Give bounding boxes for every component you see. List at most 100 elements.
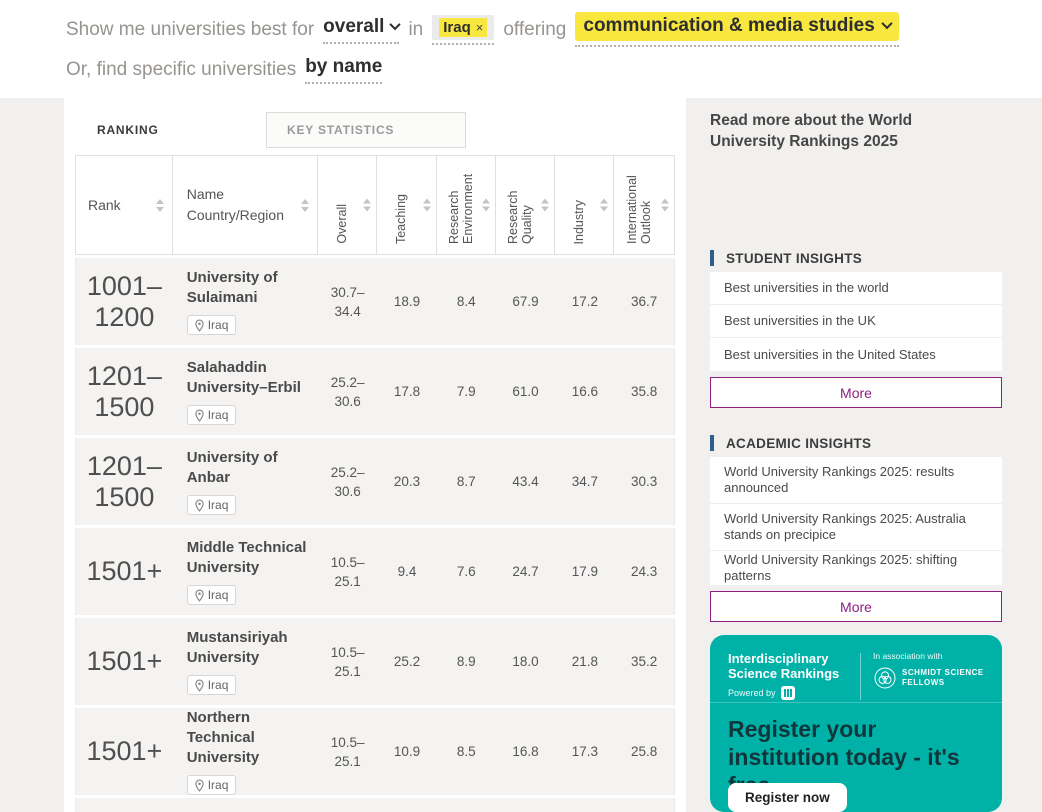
research-quality-header-label: Research Quality bbox=[506, 156, 534, 244]
country-chip[interactable]: Iraq bbox=[187, 495, 237, 515]
industry-cell: 17.3 bbox=[555, 708, 614, 795]
academic-insights-list: World University Rankings 2025: results … bbox=[710, 457, 1002, 585]
column-header-research-environment[interactable]: Research Environment bbox=[437, 156, 496, 254]
location-filter-chip[interactable]: Iraq × bbox=[432, 15, 494, 45]
subject-dropdown[interactable]: communication & media studies bbox=[575, 12, 898, 47]
list-item[interactable]: Best universities in the UK bbox=[710, 305, 1002, 338]
research-environment-cell: 8.9 bbox=[437, 618, 496, 705]
subject-value: communication & media studies bbox=[583, 15, 874, 37]
map-pin-icon bbox=[195, 319, 204, 332]
country-chip[interactable]: Iraq bbox=[187, 405, 237, 425]
industry-cell: 21.8 bbox=[555, 618, 614, 705]
by-name-link[interactable]: by name bbox=[305, 56, 382, 84]
academic-insights-more-button[interactable]: More bbox=[710, 591, 1002, 622]
country-label: Iraq bbox=[208, 318, 229, 332]
teaching-header-label: Teaching bbox=[394, 194, 408, 244]
research-quality-cell: 18.0 bbox=[496, 618, 556, 705]
sidebar: Read more about the World University Ran… bbox=[710, 98, 1002, 812]
list-item[interactable]: World University Rankings 2025: shifting… bbox=[710, 551, 1002, 585]
sort-icon[interactable] bbox=[482, 199, 490, 212]
university-name-link[interactable]: Salahaddin University–Erbil bbox=[187, 358, 309, 398]
list-item[interactable]: World University Rankings 2025: results … bbox=[710, 457, 1002, 504]
column-header-overall[interactable]: Overall bbox=[318, 156, 377, 254]
country-chip[interactable]: Iraq bbox=[187, 585, 237, 605]
university-name-link[interactable]: Middle Technical University bbox=[187, 538, 309, 578]
research-quality-cell: 16.8 bbox=[496, 708, 556, 795]
university-name-link[interactable]: Northern Technical University bbox=[187, 708, 309, 768]
industry-header-label: Industry bbox=[572, 200, 586, 244]
list-item[interactable]: World University Rankings 2025: Australi… bbox=[710, 504, 1002, 551]
sort-icon[interactable] bbox=[363, 199, 371, 212]
table-row: 1201–1500 University of Anbar Iraq 25.2–… bbox=[75, 438, 675, 525]
table-row: 1501+ Northern Technical University Iraq… bbox=[75, 708, 675, 795]
tab-key-statistics[interactable]: KEY STATISTICS bbox=[266, 112, 466, 148]
sort-icon[interactable] bbox=[661, 199, 669, 212]
map-pin-icon bbox=[195, 499, 204, 512]
teaching-cell: 25.2 bbox=[377, 618, 437, 705]
promo-banner[interactable]: Interdisciplinary Science Rankings Power… bbox=[710, 635, 1002, 812]
university-name-link[interactable]: Mustansiriyah University bbox=[187, 628, 309, 668]
query-bar: Show me universities best for overall in… bbox=[0, 0, 1042, 98]
sort-icon[interactable] bbox=[301, 199, 309, 212]
column-header-rank[interactable]: Rank bbox=[76, 156, 173, 254]
powered-by-label: Powered by bbox=[728, 688, 776, 698]
map-pin-icon bbox=[195, 679, 204, 692]
teaching-cell: 18.9 bbox=[377, 258, 437, 345]
column-header-name[interactable]: Name Country/Region bbox=[173, 156, 319, 254]
best-for-dropdown[interactable]: overall bbox=[323, 16, 399, 44]
name-cell: Salahaddin University–Erbil Iraq bbox=[173, 348, 319, 435]
table-row: 1501+ Middle Technical University Iraq 1… bbox=[75, 528, 675, 615]
name-cell: Northern Technical University Iraq bbox=[173, 708, 319, 795]
section-accent-bar bbox=[710, 435, 714, 451]
chevron-down-icon bbox=[390, 18, 401, 29]
subject-highlight: communication & media studies bbox=[575, 12, 898, 41]
industry-cell: 16.6 bbox=[555, 348, 614, 435]
sort-icon[interactable] bbox=[541, 199, 549, 212]
country-chip[interactable]: Iraq bbox=[187, 315, 237, 335]
main-content: RANKING KEY STATISTICS Rank Name Country… bbox=[0, 98, 1042, 812]
location-chip-box: Iraq × bbox=[432, 15, 494, 40]
banner-title: Interdisciplinary Science Rankings bbox=[728, 651, 850, 681]
column-header-industry[interactable]: Industry bbox=[555, 156, 614, 254]
industry-cell: 17.9 bbox=[555, 528, 614, 615]
query-prefix: Show me universities best for bbox=[66, 19, 314, 41]
country-label: Iraq bbox=[208, 588, 229, 602]
register-now-button[interactable]: Register now bbox=[728, 783, 847, 812]
sort-icon[interactable] bbox=[600, 199, 608, 212]
research-environment-cell: 8.7 bbox=[437, 438, 496, 525]
partner-name: SCHMIDT SCIENCE FELLOWS bbox=[902, 668, 988, 688]
query-line-1: Show me universities best for overall in… bbox=[66, 12, 899, 47]
list-item[interactable]: Best universities in the world bbox=[710, 272, 1002, 305]
teaching-cell: 17.8 bbox=[377, 348, 437, 435]
table-row: 1201–1500 Salahaddin University–Erbil Ir… bbox=[75, 348, 675, 435]
university-name-link[interactable]: University of Sulaimani bbox=[187, 268, 309, 308]
rank-cell: 1201–1500 bbox=[76, 348, 173, 435]
student-insights-more-button[interactable]: More bbox=[710, 377, 1002, 408]
research-quality-cell: 43.4 bbox=[496, 438, 556, 525]
table-header: Rank Name Country/Region Overall Teachin… bbox=[75, 155, 675, 255]
chevron-down-icon bbox=[881, 18, 892, 29]
sort-icon[interactable] bbox=[423, 199, 431, 212]
name-cell: Middle Technical University Iraq bbox=[173, 528, 319, 615]
country-label: Iraq bbox=[208, 408, 229, 422]
sort-icon[interactable] bbox=[156, 199, 164, 212]
the-logo-icon bbox=[781, 686, 795, 700]
tab-ranking[interactable]: RANKING bbox=[75, 112, 265, 148]
column-header-research-quality[interactable]: Research Quality bbox=[496, 156, 556, 254]
column-header-international-outlook[interactable]: International Outlook bbox=[614, 156, 674, 254]
remove-filter-icon[interactable]: × bbox=[476, 20, 484, 35]
overall-cell: 25.2–30.6 bbox=[318, 438, 377, 525]
association-label: In association with bbox=[873, 651, 988, 661]
rank-cell: 1201–1500 bbox=[76, 438, 173, 525]
country-chip[interactable]: Iraq bbox=[187, 675, 237, 695]
teaching-cell: 9.4 bbox=[377, 528, 437, 615]
university-name-link[interactable]: University of Anbar bbox=[187, 448, 309, 488]
research-environment-cell: 7.9 bbox=[437, 348, 496, 435]
rank-cell: 1001–1200 bbox=[76, 258, 173, 345]
international-outlook-cell: 25.8 bbox=[614, 708, 674, 795]
industry-cell: 17.2 bbox=[555, 258, 614, 345]
section-accent-bar bbox=[710, 250, 714, 266]
country-chip[interactable]: Iraq bbox=[187, 775, 237, 795]
column-header-teaching[interactable]: Teaching bbox=[377, 156, 437, 254]
list-item[interactable]: Best universities in the United States bbox=[710, 338, 1002, 371]
